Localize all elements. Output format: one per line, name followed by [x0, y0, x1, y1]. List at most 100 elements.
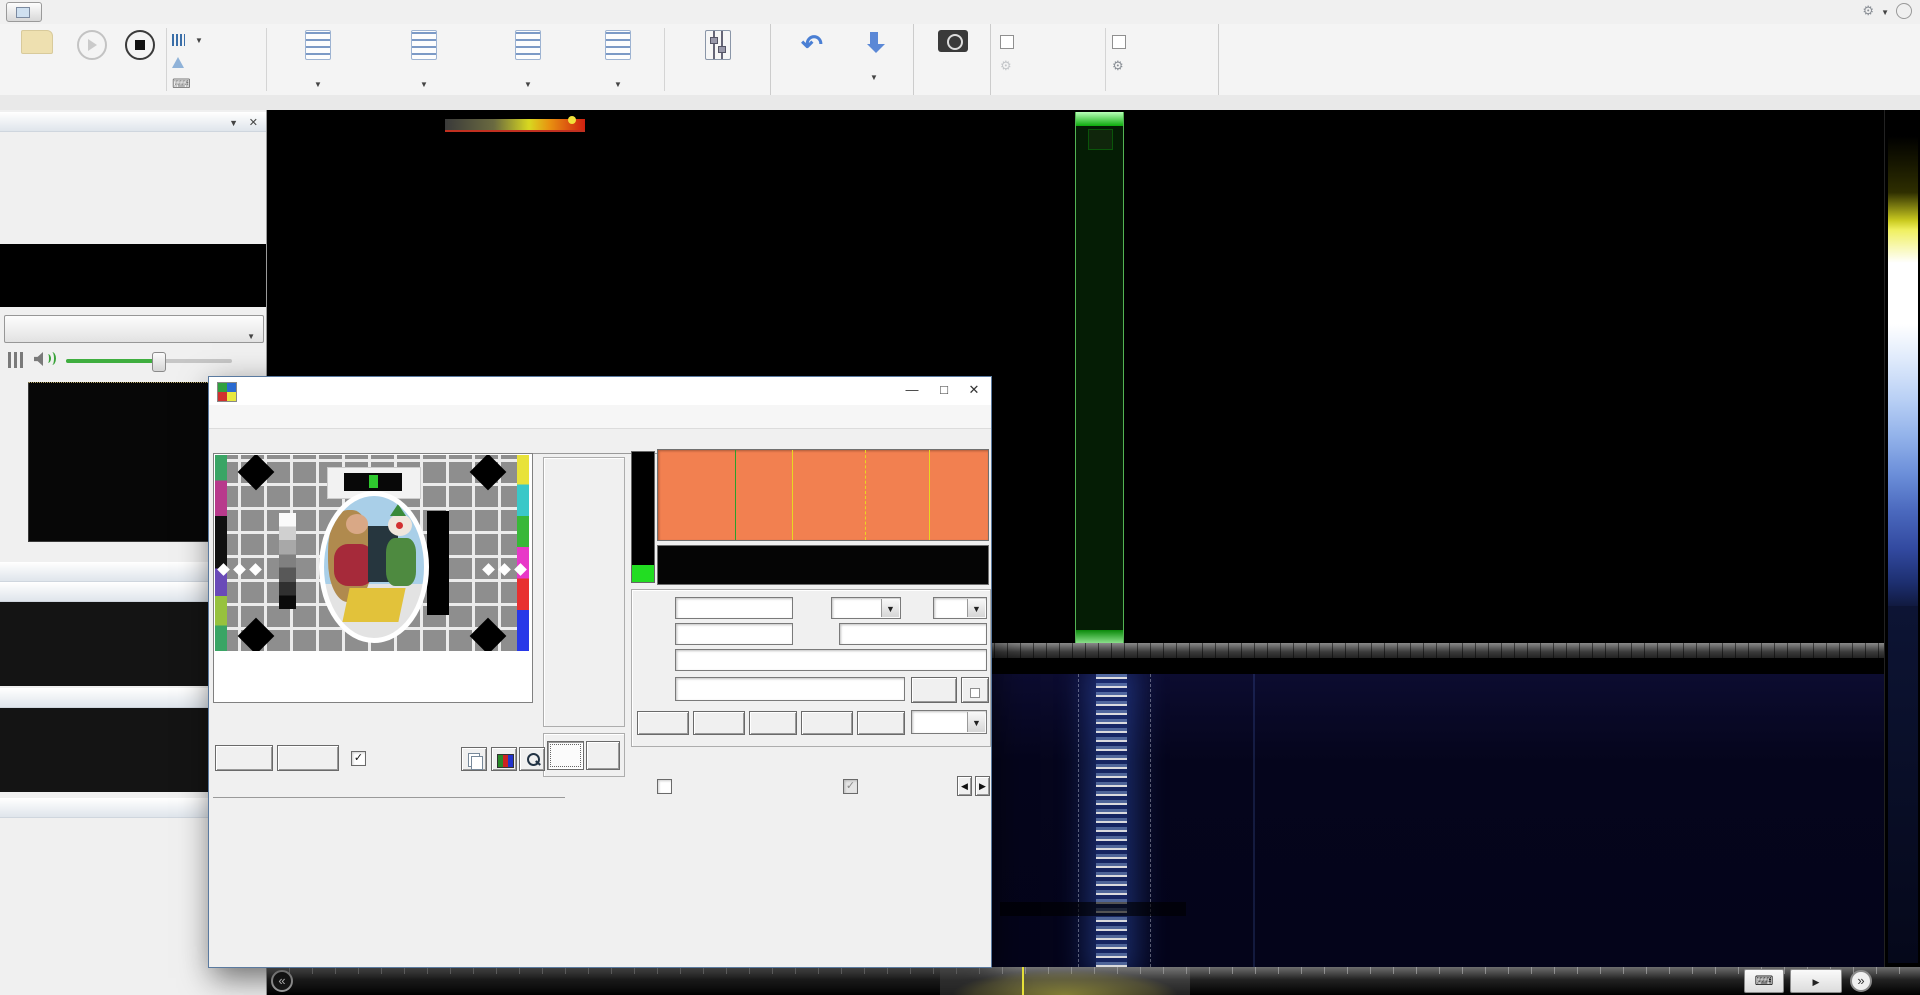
close-icon[interactable]: ✕: [249, 113, 258, 133]
resync-button[interactable]: [277, 745, 339, 771]
line-1900: [865, 450, 866, 540]
audio-levels-icon[interactable]: [8, 352, 24, 368]
visual-gain-button[interactable]: ▼: [484, 27, 572, 91]
frequency-display[interactable]: [0, 244, 266, 307]
color-image-icon: [497, 754, 514, 768]
screenshot-button[interactable]: [922, 27, 984, 91]
calibration-button[interactable]: [172, 52, 189, 72]
chevron-down-icon: ▼: [967, 599, 985, 617]
line-1500: [792, 450, 793, 540]
magnifier-button[interactable]: [519, 747, 545, 771]
jump-left-button[interactable]: «: [271, 970, 293, 992]
copy-button[interactable]: [461, 747, 487, 771]
my-select[interactable]: ▼: [933, 597, 987, 619]
afc-button[interactable]: [547, 741, 584, 770]
image-clear-button[interactable]: [215, 745, 273, 771]
style-button[interactable]: ▼: [1881, 4, 1889, 18]
pix-tab-row: [213, 773, 565, 798]
rf-gain-button[interactable]: ▼: [272, 27, 364, 91]
auto-mute-enable-checkbox[interactable]: [1000, 35, 1100, 50]
chevron-down-icon: ▼: [881, 599, 899, 617]
if-gain-button[interactable]: ▼: [368, 27, 480, 91]
pager-prev-button[interactable]: ◀: [957, 776, 972, 796]
mmsstv-menubar: [209, 405, 991, 429]
volume-slider[interactable]: [66, 359, 232, 363]
name-input[interactable]: [675, 623, 793, 645]
auto-mute-options-button[interactable]: ⚙: [1000, 58, 1100, 74]
ribbon-body: ▼ ⌨ ▼ ▼ ▼ ▼: [0, 24, 1920, 95]
app-menu-button[interactable]: [6, 2, 42, 22]
maximize-button[interactable]: □: [929, 377, 959, 404]
draft-checkbox[interactable]: ✓: [843, 779, 858, 794]
close-button[interactable]: ✕: [959, 377, 989, 404]
noise-blanker-options-button[interactable]: ⚙: [1112, 58, 1212, 74]
his-select[interactable]: ▼: [831, 597, 901, 619]
log-freq-select[interactable]: ▼: [911, 710, 987, 734]
checkbox-icon: [1000, 35, 1014, 49]
lms-button[interactable]: [586, 741, 620, 770]
radio-configuration-button[interactable]: [670, 27, 766, 91]
qth-input[interactable]: [839, 623, 987, 645]
list-icon: [305, 30, 331, 60]
keyboard-icon: ⌨: [172, 76, 191, 92]
bandwidth-button[interactable]: ▼: [172, 30, 203, 50]
audio-input-select[interactable]: ▼: [4, 315, 264, 343]
log-clear-button[interactable]: [801, 711, 853, 735]
triangle-icon: [172, 57, 184, 68]
keyboard-entry-button[interactable]: ⌨: [1744, 969, 1784, 993]
qsl-input[interactable]: [675, 677, 905, 701]
chevron-down-icon: ▼: [1881, 8, 1889, 17]
zoom-x5-button[interactable]: ▶: [1790, 969, 1842, 993]
minimize-button[interactable]: —: [897, 377, 927, 404]
chevron-down-icon: ▼: [314, 80, 322, 89]
frequency-button[interactable]: ⌨: [172, 74, 196, 94]
show-with-template-checkbox[interactable]: [657, 779, 672, 794]
rxid-button[interactable]: [911, 677, 957, 703]
volume-handle[interactable]: [152, 352, 166, 372]
abc-button[interactable]: [961, 677, 989, 703]
stop-button[interactable]: [118, 27, 162, 91]
down-arrow-icon: [867, 32, 881, 53]
qso-button[interactable]: [637, 711, 689, 735]
image-tool-button[interactable]: [491, 747, 517, 771]
mmsstv-window[interactable]: — □ ✕: [208, 376, 992, 968]
play-icon: [77, 30, 107, 60]
auto-history-checkbox[interactable]: ✓: [351, 751, 366, 766]
find-button[interactable]: [749, 711, 797, 735]
previous-button[interactable]: ↶: [782, 27, 842, 91]
noise-blanker-section: ⚙: [1112, 28, 1212, 74]
speaker-wave-icon: [48, 352, 56, 365]
waterfall-palette[interactable]: [1884, 110, 1920, 967]
theme-icon[interactable]: ⚙: [1862, 3, 1874, 19]
volume-fill: [66, 359, 158, 363]
freq-span-overlay: [1000, 902, 1186, 916]
collapse-icon[interactable]: ▼: [229, 113, 238, 133]
jump-right-button[interactable]: »: [1850, 970, 1872, 992]
span-scale-bar[interactable]: « ⌨ ▶ »: [266, 967, 1920, 995]
call-input[interactable]: [675, 597, 793, 619]
help-button[interactable]: [1896, 3, 1912, 19]
rx-image-frame[interactable]: [213, 453, 533, 703]
receive-panel-header[interactable]: ▼ ✕: [0, 112, 266, 132]
chevron-down-icon: ▼: [195, 36, 203, 45]
undo-arrow-icon: ↶: [782, 30, 842, 58]
pager-next-button[interactable]: ▶: [975, 776, 990, 796]
gear-icon: ⚙: [1112, 58, 1124, 73]
start-button[interactable]: [70, 27, 114, 91]
noise-blanker-enable-checkbox[interactable]: [1112, 35, 1212, 50]
mmsstv-titlebar[interactable]: — □ ✕: [209, 377, 991, 406]
note-input[interactable]: [675, 649, 987, 671]
speaker-icon[interactable]: [34, 352, 43, 366]
sstv-spectrum[interactable]: [657, 449, 989, 541]
select-radio-button[interactable]: [8, 27, 66, 91]
sync-level-meter: [631, 451, 655, 583]
palette-gradient[interactable]: [1888, 136, 1918, 606]
sync-level-green: [632, 565, 654, 582]
history-button[interactable]: ▼: [846, 27, 902, 91]
meter-dot: [568, 116, 576, 124]
checkbox-icon: [1112, 35, 1126, 49]
list-button[interactable]: [857, 711, 905, 735]
checkbox-icon: [970, 688, 980, 698]
lo-mode-button[interactable]: ▼: [576, 27, 660, 91]
data-button[interactable]: [693, 711, 745, 735]
